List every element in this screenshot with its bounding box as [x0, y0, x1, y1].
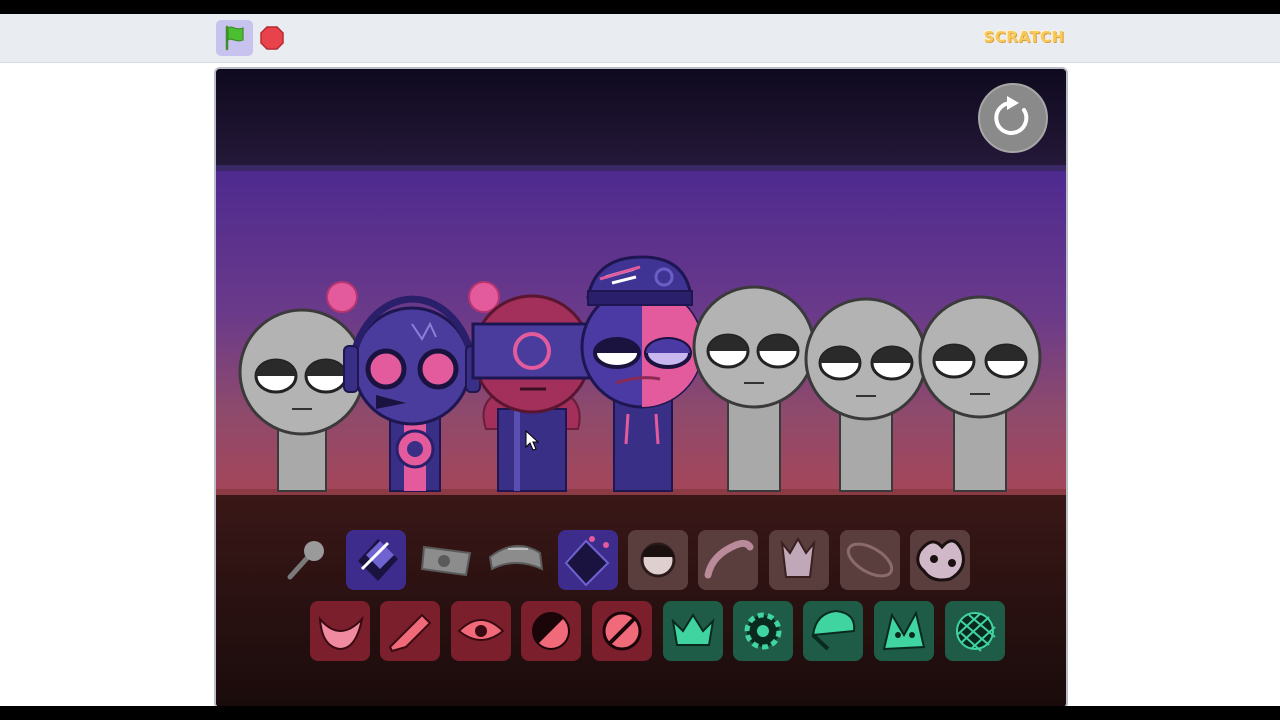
sound-button-mouth[interactable]: [310, 601, 370, 661]
sound-button-ring[interactable]: [840, 530, 900, 590]
player-controls-bar: SCRATCH: [0, 14, 1280, 63]
sound-button-gear[interactable]: [733, 601, 793, 661]
slash-circle-icon: [602, 611, 642, 651]
scratch-logo[interactable]: SCRATCH: [983, 24, 1064, 50]
eye-dome-icon: [640, 542, 676, 578]
sound-button-claw-eyes[interactable]: [874, 601, 934, 661]
sound-button-splat[interactable]: [910, 530, 970, 590]
splat-icon: [916, 539, 965, 582]
sound-button-half-circle[interactable]: [521, 601, 581, 661]
sound-button-tape[interactable]: [346, 530, 406, 590]
game-stage[interactable]: [214, 67, 1068, 709]
stage-canvas[interactable]: [216, 69, 1066, 707]
sound-button-crown-bag[interactable]: [769, 530, 829, 590]
stop-button[interactable]: [259, 25, 285, 51]
ceiling: [216, 69, 1066, 165]
sound-button-phone[interactable]: [698, 530, 758, 590]
sound-button-gameboy[interactable]: [558, 530, 618, 590]
sound-button-slash-circle[interactable]: [592, 601, 652, 661]
ceiling-edge: [216, 165, 1066, 171]
cassette-icon: [420, 545, 472, 577]
sound-button-pencil[interactable]: [380, 601, 440, 661]
gear-icon: [744, 612, 782, 650]
sound-button-cap[interactable]: [803, 601, 863, 661]
flag-icon: [225, 25, 244, 51]
sound-button-eye[interactable]: [451, 601, 511, 661]
sound-button-net[interactable]: [945, 601, 1005, 661]
sound-button-eye-dome[interactable]: [628, 530, 688, 590]
reset-button[interactable]: [978, 83, 1048, 153]
top-letterbox: [0, 0, 1280, 14]
half-circle-icon: [532, 612, 570, 650]
green-flag-button[interactable]: [216, 20, 253, 56]
stop-icon: [260, 26, 284, 50]
bottom-letterbox: [0, 706, 1280, 720]
sound-button-crown[interactable]: [663, 601, 723, 661]
